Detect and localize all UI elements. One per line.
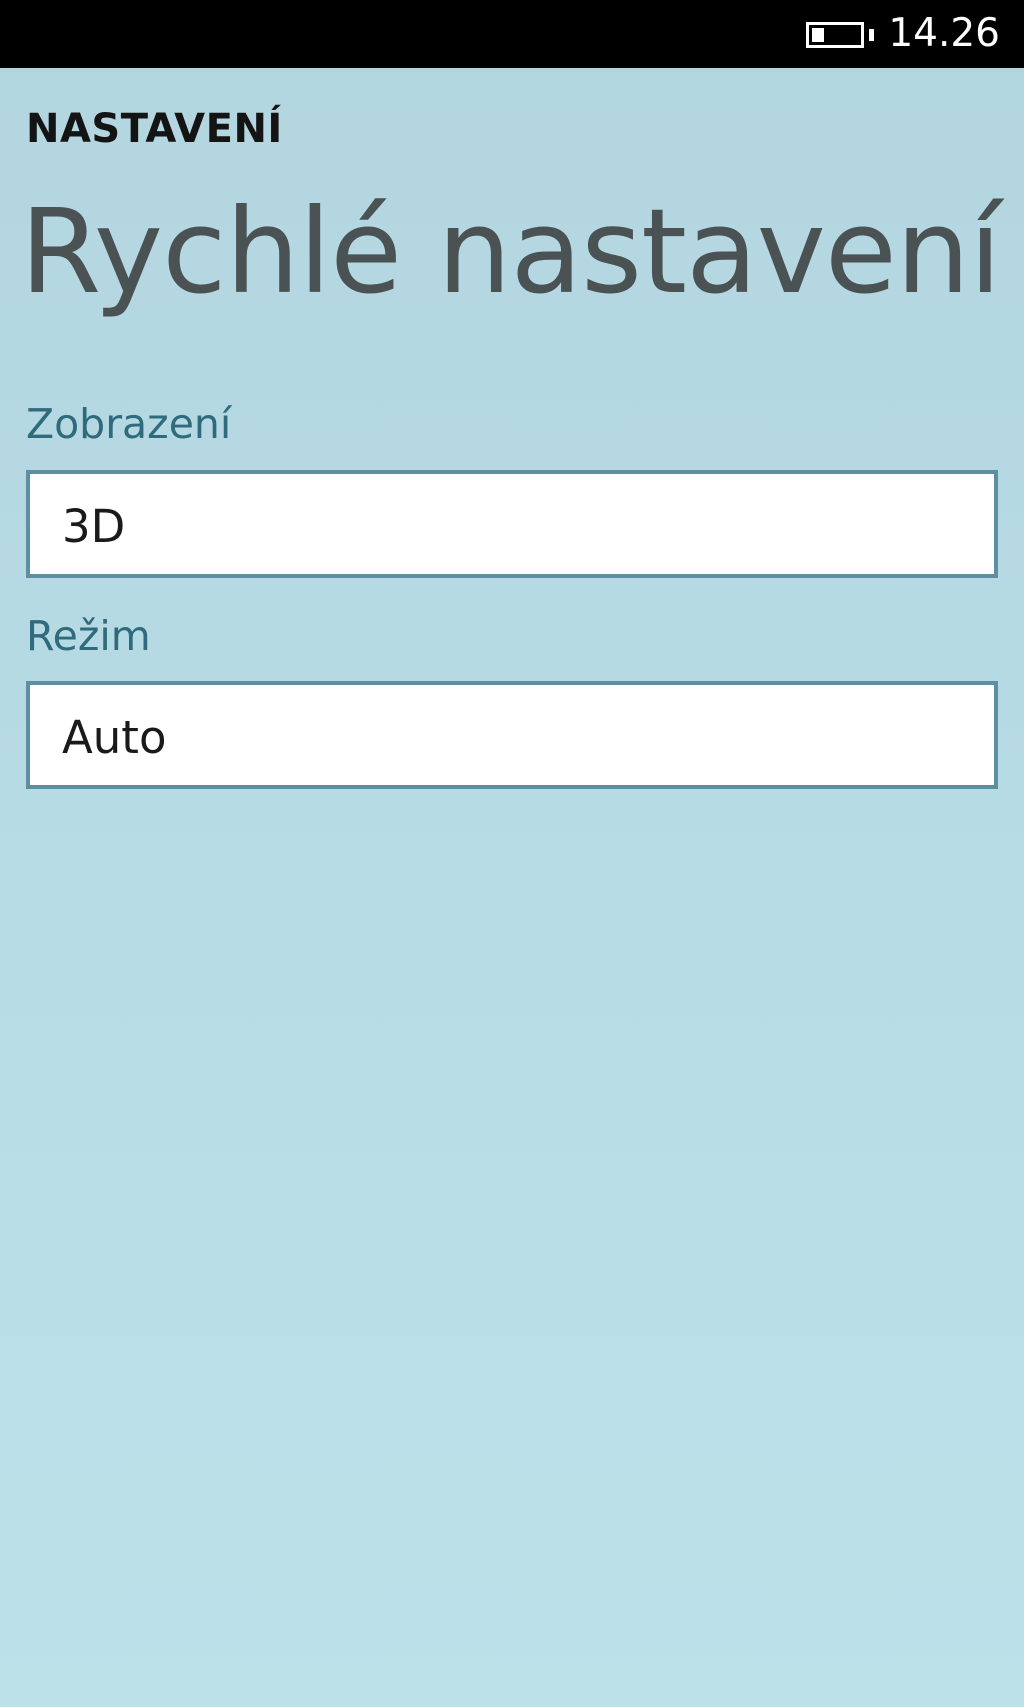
rezim-label: Režim [26,612,151,660]
page-title: Rychlé nastavení [20,183,1002,320]
clock: 14.26 [888,11,1000,56]
rezim-value: Auto [62,711,167,764]
status-bar: 14.26 [0,0,1024,68]
battery-fill [812,28,824,42]
battery-icon [806,22,864,48]
rezim-picker[interactable]: Auto [26,681,998,789]
zobrazeni-picker[interactable]: 3D [26,470,998,578]
zobrazeni-label: Zobrazení [26,400,232,448]
battery-tip [869,29,874,41]
section-title: NASTAVENÍ [26,106,283,152]
zobrazeni-value: 3D [62,500,126,553]
